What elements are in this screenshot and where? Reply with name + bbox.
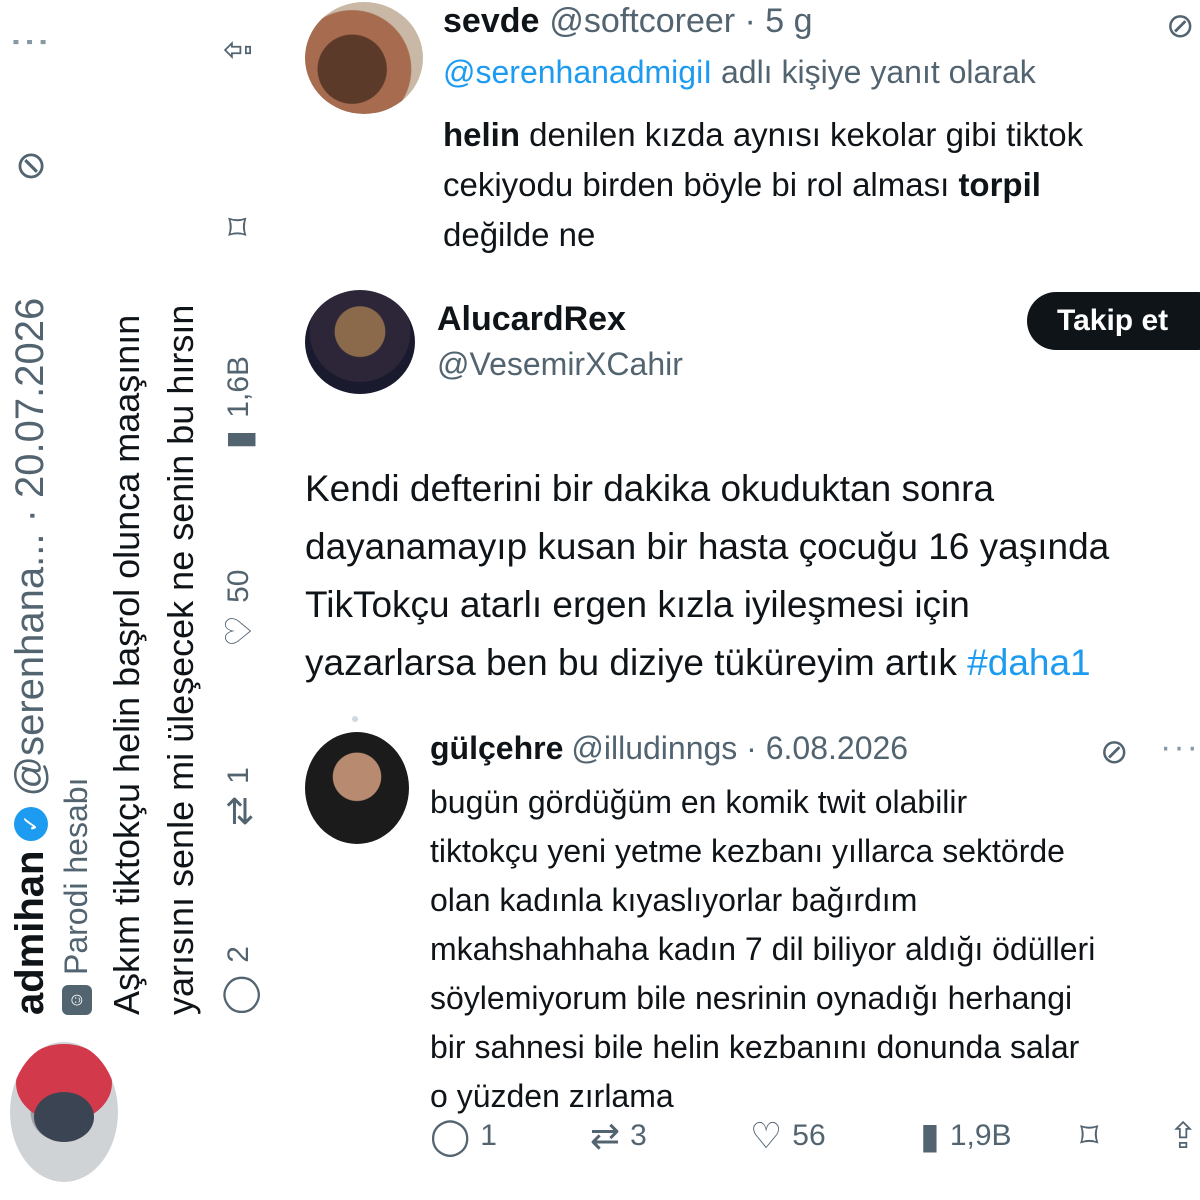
like-count: 50 (222, 569, 255, 603)
tweet-text-line: yarısını senle mi üleşecek ne senin bu h… (160, 304, 201, 1015)
reply-count: 1 (480, 1119, 497, 1152)
views-count: 1,9B (949, 1119, 1012, 1152)
verified-badge-icon: ✓ (13, 806, 48, 841)
like-count: 56 (792, 1119, 826, 1152)
parody-text: Parodi hesabı (58, 777, 94, 975)
bookmark-icon: ⌑ (218, 217, 259, 236)
display-name[interactable]: AlucardRex (437, 300, 626, 339)
thread-connector-dot (352, 716, 358, 722)
tweet-text-line: olan kadınla kıyaslıyorlar bağırdım (430, 882, 918, 918)
text-segment: yazarlarsa ben bu diziye tüküreyim artık (305, 642, 968, 683)
repost-count: 3 (630, 1119, 647, 1152)
bookmark-button[interactable]: ⌑ (1080, 1115, 1098, 1157)
reply-button[interactable]: ◯ 2 (218, 946, 260, 1015)
grok-icon[interactable]: ⊘ (1166, 6, 1195, 46)
handle-and-time[interactable]: @softcoreer · 5 g (549, 2, 812, 41)
avatar[interactable] (305, 2, 423, 114)
tweet-text-line: bir sahnesi bile helin kezbanını donunda… (430, 1029, 1080, 1065)
tweet-text: bugün gördüğüm en komik twit olabilir ti… (430, 778, 1200, 1121)
text-segment: denilen kızda aynısı kekolar gibi tiktok (520, 116, 1084, 153)
more-icon[interactable]: ··· (1160, 728, 1200, 767)
views-icon: ▮ (218, 429, 259, 450)
bookmark-icon: ⌑ (1080, 1115, 1099, 1156)
tweet-text-line: mkahshahhaha kadın 7 dil biliyor aldığı … (430, 931, 1096, 967)
repost-button[interactable]: ⇄ 3 (590, 1115, 647, 1157)
share-button[interactable]: ⇪ (218, 35, 260, 65)
tweet-text: Aşkım tiktokçu helin başrol olunca maaşı… (100, 15, 208, 1015)
tweet-text-line: helin denilen kızda aynısı kekolar gibi … (443, 110, 1200, 160)
handle[interactable]: @VesemirXCahir (437, 346, 683, 383)
reply-context: @serenhanadmigiI adlı kişiye yanıt olara… (443, 54, 1036, 91)
repost-count: 1 (222, 767, 255, 784)
tweet-text: helin denilen kızda aynısı kekolar gibi … (443, 110, 1200, 260)
tweet-text-line: yazarlarsa ben bu diziye tüküreyim artık… (305, 634, 1200, 692)
reply-suffix: adlı kişiye yanıt olarak (720, 54, 1036, 90)
text-segment: cekiyodu birden böyle bi rol alması (443, 166, 959, 203)
tweet-text-line: Kendi defterini bir dakika okuduktan son… (305, 468, 995, 509)
reply-icon: ◯ (430, 1115, 471, 1156)
handle-and-date[interactable]: @illudinngs · 6.08.2026 (571, 730, 908, 767)
tweet-text-line: bugün gördüğüm en komik twit olabilir (430, 784, 968, 820)
views-button[interactable]: ▮ 1,9B (920, 1115, 1012, 1157)
display-name[interactable]: admihan (8, 851, 53, 1015)
reply-icon: ◯ (218, 974, 259, 1015)
grok-icon[interactable]: ⊘ (1100, 732, 1129, 772)
handle-and-date[interactable]: @serenhana... · 20.07.2026 (8, 298, 53, 797)
tweet-text-line: o yüzden zırlama (430, 1078, 674, 1114)
thread-column: sevde @softcoreer · 5 g ⊘ @serenhanadmig… (300, 0, 1200, 1200)
tweet-header: admihan ✓ @serenhana... · 20.07.2026 (8, 298, 53, 1015)
views-count: 1,6B (222, 355, 255, 418)
tweet-text: Kendi defterini bir dakika okuduktan son… (305, 460, 1200, 692)
tweet-text-line: cekiyodu birden böyle bi rol alması torp… (443, 160, 1200, 210)
grok-icon[interactable]: ⊘ (8, 150, 53, 182)
follow-button[interactable]: Takip et (1027, 292, 1200, 350)
hashtag-link[interactable]: #daha1 (967, 642, 1090, 683)
avatar-face (34, 1092, 94, 1142)
reply-button[interactable]: ◯ 1 (430, 1115, 497, 1157)
repost-icon: ⇄ (218, 795, 259, 827)
share-icon: ⇪ (218, 35, 259, 66)
bold-word: torpil (958, 166, 1041, 203)
more-icon[interactable]: ⋮ (6, 20, 52, 62)
share-button[interactable]: ⇪ (1168, 1115, 1198, 1157)
avatar[interactable] (10, 1042, 118, 1182)
reply-mention-link[interactable]: @serenhanadmigiI (443, 54, 712, 90)
views-icon: ▮ (920, 1115, 940, 1156)
heart-icon: ♡ (218, 614, 259, 648)
like-button[interactable]: ♡ 56 (750, 1115, 826, 1157)
avatar[interactable] (305, 290, 415, 394)
tweet-text-line: Aşkım tiktokçu helin başrol olunca maaşı… (106, 314, 147, 1015)
bookmark-button[interactable]: ⌑ (218, 217, 260, 235)
tweet-header: sevde @softcoreer · 5 g (443, 2, 813, 41)
repost-button[interactable]: ⇄ 1 (218, 767, 260, 826)
reply-count: 2 (222, 946, 255, 963)
tweet-text-line: dayanamayıp kusan bir hasta çocuğu 16 ya… (305, 526, 1110, 567)
parody-mask-icon: ☺ (61, 985, 92, 1015)
rotated-tweet-card[interactable]: admihan ✓ @serenhana... · 20.07.2026 ⊘ ⋮… (0, 0, 300, 1200)
tweet-text-line: TikTokçu atarlı ergen kızla iyileşmesi i… (305, 584, 970, 625)
parody-label: ☺ Parodi hesabı (58, 778, 95, 1015)
tweet-actions: ◯ 2 ⇄ 1 ♡ 50 ▮ 1,6B ⌑ ⇪ (218, 35, 260, 1015)
display-name[interactable]: gülçehre (430, 730, 563, 767)
heart-icon: ♡ (750, 1115, 783, 1156)
views-button[interactable]: ▮ 1,6B (218, 356, 260, 450)
repost-icon: ⇄ (590, 1115, 621, 1156)
tweet-text-line: söylemiyorum bile nesrinin oynadığı herh… (430, 980, 1073, 1016)
tweet-text-line: değilde ne (443, 216, 596, 253)
display-name[interactable]: sevde (443, 2, 539, 41)
like-button[interactable]: ♡ 50 (218, 570, 260, 648)
share-icon: ⇪ (1168, 1115, 1199, 1156)
avatar[interactable] (305, 732, 409, 844)
tweet-header: gülçehre @illudinngs · 6.08.2026 (430, 730, 908, 767)
tweet-text-line: tiktokçu yeni yetme kezbanı yıllarca sek… (430, 833, 1065, 869)
bold-word: helin (443, 116, 521, 153)
